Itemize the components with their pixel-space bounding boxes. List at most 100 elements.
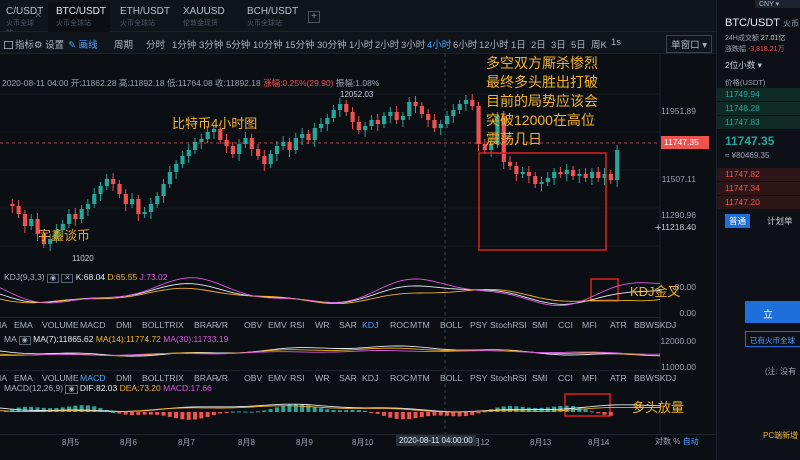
indicator-option[interactable]: SAR	[339, 373, 357, 383]
interval-option[interactable]: 6小时	[453, 37, 477, 51]
indicator-option[interactable]: MA	[0, 373, 7, 383]
indicator-option[interactable]: EMV	[268, 373, 287, 383]
indicator-option[interactable]: PSY	[470, 320, 487, 330]
indicator-option[interactable]: CCI	[558, 373, 573, 383]
decimals-select[interactable]: 2位小数 ▾	[725, 59, 762, 71]
draw-line-button[interactable]: ✎ 画线	[68, 37, 98, 51]
tab-plan[interactable]: 计划单	[767, 215, 793, 227]
add-crosshair-icon[interactable]: +	[655, 222, 661, 234]
indicator-button[interactable]: 指标	[4, 37, 34, 51]
indicator-option[interactable]: SKDJ	[654, 373, 676, 383]
indicator-option[interactable]: EMV	[268, 320, 287, 330]
interval-option[interactable]: 周K	[591, 37, 607, 51]
interval-option[interactable]: 5分钟	[226, 37, 250, 51]
indicator-option[interactable]: ATR	[610, 373, 627, 383]
percent-toggle[interactable]: %	[673, 437, 680, 446]
indicator-option[interactable]: WR	[315, 373, 329, 383]
interval-option[interactable]: 10分钟	[253, 37, 283, 51]
interval-option[interactable]: 3日	[551, 37, 566, 51]
interval-option[interactable]: 15分钟	[285, 37, 315, 51]
close-icon[interactable]: ✕	[34, 10, 42, 21]
indicator-option[interactable]: BOLL	[440, 373, 462, 383]
window-mode-select[interactable]: 单窗口 ▾	[666, 35, 712, 53]
tab-eth-usdt[interactable]: ETH/USDT 火币全球站	[112, 2, 174, 32]
account-link[interactable]: 已有火币全球	[745, 331, 800, 347]
indicator-option[interactable]: WR	[315, 320, 329, 330]
indicator-option[interactable]: BRAR	[194, 320, 218, 330]
interval-option[interactable]: 4小时	[427, 37, 451, 51]
chart-area[interactable]: 2020-08-11 04:00 开:11862.28 高:11892.18 低…	[0, 54, 716, 460]
tab-c-usdt[interactable]: C/USDT 火币全球站 ✕	[0, 2, 46, 37]
interval-option[interactable]: 5日	[571, 37, 586, 51]
indicator-option[interactable]: DMI	[116, 320, 132, 330]
indicator-option[interactable]: BBW	[634, 320, 654, 330]
interval-option[interactable]: 分时	[146, 37, 165, 51]
currency-select[interactable]: CNY ▾	[755, 0, 800, 8]
indicator-option[interactable]: BOLL	[142, 320, 164, 330]
tab-bch-usdt[interactable]: BCH/USDT 火币全球站	[239, 2, 305, 32]
indicator-option[interactable]: TRIX	[164, 373, 184, 383]
interval-option[interactable]: 12小时	[479, 37, 509, 51]
indicator-option[interactable]: MACD	[80, 373, 106, 383]
indicator-option[interactable]: MFI	[582, 373, 597, 383]
indicator-option[interactable]: VR	[216, 320, 228, 330]
indicator-option[interactable]: SMI	[532, 373, 547, 383]
indicator-option[interactable]: SKDJ	[654, 320, 676, 330]
indicator-option[interactable]: EMA	[14, 320, 33, 330]
interval-option[interactable]: 1小时	[349, 37, 373, 51]
indicator-option[interactable]: ROC	[390, 373, 409, 383]
indicator-option[interactable]: MTM	[410, 320, 430, 330]
indicator-option[interactable]: OBV	[244, 320, 262, 330]
indicator-option[interactable]: PSY	[470, 373, 487, 383]
log-toggle[interactable]: 对数	[655, 437, 671, 446]
tab-normal[interactable]: 普通	[725, 214, 751, 228]
indicator-option[interactable]: BRAR	[194, 373, 218, 383]
bid-row[interactable]: 11747.83	[717, 116, 800, 129]
interval-option[interactable]: 1日	[511, 37, 526, 51]
indicator-option[interactable]: DMI	[116, 373, 132, 383]
interval-option[interactable]: 2日	[531, 37, 546, 51]
ask-row[interactable]: 11747.20	[717, 196, 800, 209]
indicator-option[interactable]: BOLL	[440, 320, 462, 330]
indicator-option[interactable]: VR	[216, 373, 228, 383]
indicator-option[interactable]: MA	[0, 320, 7, 330]
indicator-option[interactable]: BOLL	[142, 373, 164, 383]
indicator-option[interactable]: OBV	[244, 373, 262, 383]
indicator-option[interactable]: KDJ	[362, 320, 378, 330]
indicator-option[interactable]: RSI	[290, 373, 304, 383]
auto-toggle[interactable]: 自动	[683, 437, 699, 446]
indicator-option[interactable]: StochRSI	[490, 320, 527, 330]
interval-option[interactable]: 1s	[611, 37, 621, 48]
interval-option[interactable]: 30分钟	[317, 37, 347, 51]
indicator-option[interactable]: KDJ	[362, 373, 378, 383]
indicator-option[interactable]: SAR	[339, 320, 357, 330]
interval-option[interactable]: 2小时	[375, 37, 399, 51]
bid-row[interactable]: 11748.28	[717, 102, 800, 115]
indicator-option[interactable]: MTM	[410, 373, 430, 383]
indicator-option[interactable]: MACD	[80, 320, 106, 330]
interval-option[interactable]: 3小时	[401, 37, 425, 51]
indicator-option[interactable]: EMA	[14, 373, 33, 383]
indicator-option[interactable]: SMI	[532, 320, 547, 330]
indicator-option[interactable]: VOLUME	[42, 320, 79, 330]
ask-row[interactable]: 11747.34	[717, 182, 800, 195]
indicator-option[interactable]: RSI	[290, 320, 304, 330]
indicator-option[interactable]: TRIX	[164, 320, 184, 330]
chart-canvas[interactable]	[0, 54, 716, 460]
bid-row[interactable]: 11749.94	[717, 88, 800, 101]
interval-option[interactable]: 1分钟	[172, 37, 196, 51]
add-tab-icon[interactable]: +	[308, 11, 320, 23]
indicator-option[interactable]: VOLUME	[42, 373, 79, 383]
indicator-option[interactable]: ATR	[610, 320, 627, 330]
tab-btc-usdt[interactable]: BTC/USDT 火币全球站	[48, 2, 110, 32]
indicator-option[interactable]: StochRSI	[490, 373, 527, 383]
ask-row[interactable]: 11747.82	[717, 168, 800, 181]
indicator-option[interactable]: ROC	[390, 320, 409, 330]
indicator-option[interactable]: MFI	[582, 320, 597, 330]
submit-button[interactable]: 立	[745, 301, 800, 323]
interval-option[interactable]: 3分钟	[199, 37, 223, 51]
indicator-option[interactable]: CCI	[558, 320, 573, 330]
indicator-option[interactable]: BBW	[634, 373, 654, 383]
settings-button[interactable]: ⚙ 设置	[34, 37, 64, 51]
tab-xauusd[interactable]: XAUUSD 伦敦金现货	[175, 2, 237, 32]
